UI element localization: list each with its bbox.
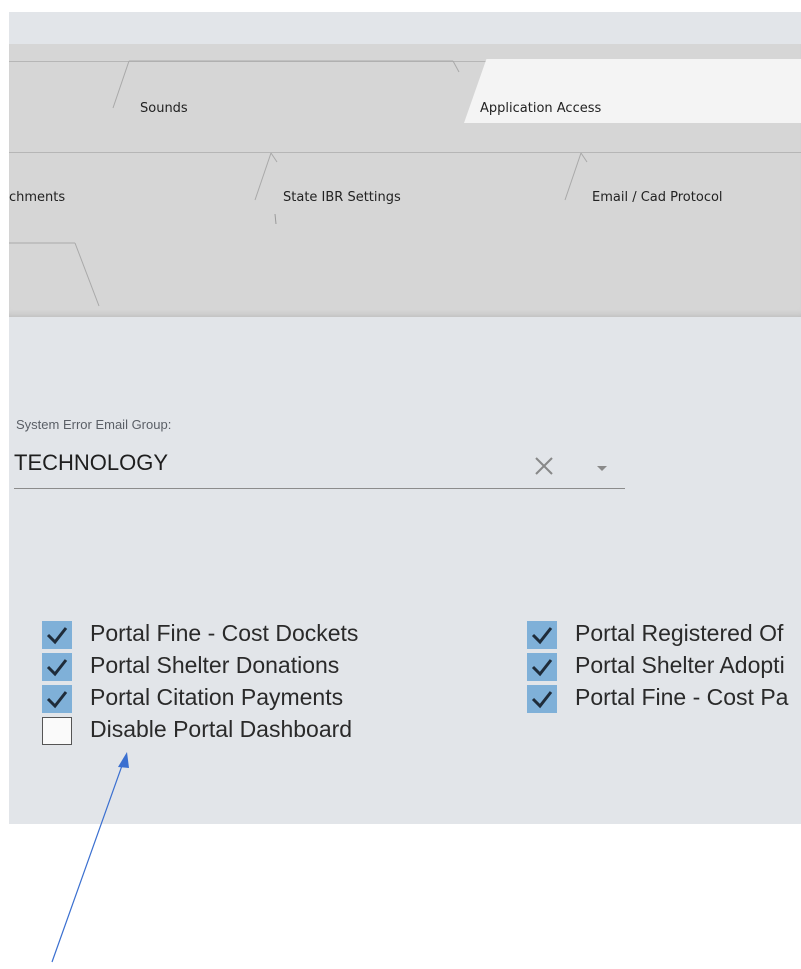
annotation-arrow <box>51 752 129 963</box>
